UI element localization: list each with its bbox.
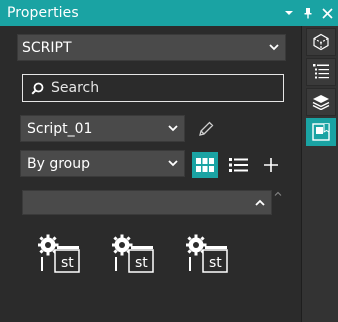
script-st-icon [185,234,228,273]
script-item[interactable]: st [111,234,156,276]
script-dropdown-value: Script_01 [27,120,93,137]
scroll-up-icon[interactable] [273,188,283,198]
layers-button[interactable] [306,88,336,116]
chevron-down-icon [162,125,184,132]
close-icon[interactable] [319,5,335,21]
type-dropdown[interactable]: SCRIPT [17,34,286,61]
layers-icon [312,95,330,110]
search-input[interactable] [51,80,271,96]
search-icon [23,82,51,95]
side-toolbar [301,26,338,322]
properties-icon [312,123,330,141]
properties-button[interactable] [306,118,336,146]
add-icon[interactable] [259,153,283,177]
category-bar[interactable] [22,190,272,215]
list-tree-button[interactable] [306,58,336,86]
script-dropdown[interactable]: Script_01 [20,115,185,142]
dropdown-menu-icon[interactable] [281,5,297,21]
type-dropdown-value: SCRIPT [22,39,72,56]
edit-pencil-icon[interactable] [194,117,218,141]
title-bar: Properties [0,0,338,26]
group-dropdown[interactable]: By group [20,150,185,177]
pin-icon[interactable] [300,5,316,21]
3d-object-button[interactable] [306,28,336,56]
script-item[interactable]: st [185,234,230,276]
list-tree-icon [313,64,329,79]
script-item-label: st [61,255,74,271]
3d-object-icon [313,33,329,51]
chevron-up-icon[interactable] [249,199,271,206]
chevron-down-icon [263,44,285,51]
list-view-button[interactable] [226,153,250,177]
grid-view-button[interactable] [192,152,218,178]
script-item[interactable]: st [37,234,82,276]
script-item-label: st [209,255,222,271]
search-box[interactable] [22,74,284,102]
window-title: Properties [7,5,79,21]
script-item-label: st [135,255,148,271]
script-st-icon [111,234,154,273]
chevron-down-icon [162,160,184,167]
group-dropdown-value: By group [27,155,90,172]
script-st-icon [37,234,80,273]
